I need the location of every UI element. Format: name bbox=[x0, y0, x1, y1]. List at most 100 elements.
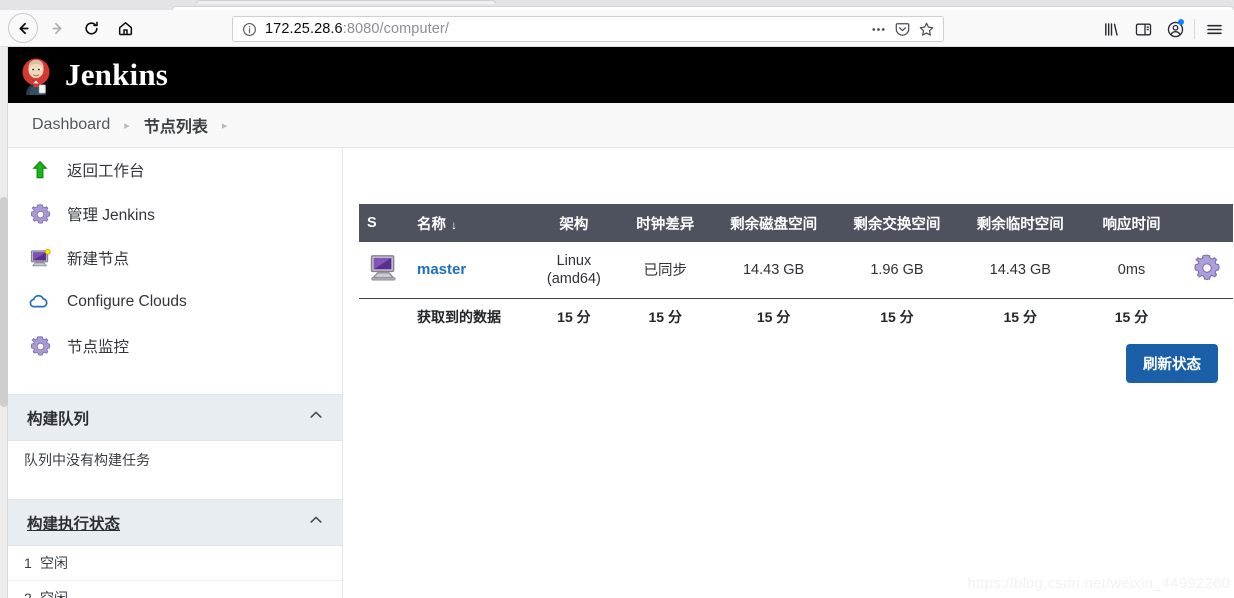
build-queue-header[interactable]: 构建队列 bbox=[8, 394, 342, 441]
cloud-icon bbox=[27, 289, 53, 315]
cell-response-time: 0ms bbox=[1081, 242, 1182, 299]
sidebar-label-new-node: 新建节点 bbox=[67, 251, 130, 268]
hamburger-menu-icon[interactable] bbox=[1198, 16, 1230, 42]
table-total-row: 获取到的数据 15 分 15 分 15 分 15 分 15 分 15 分 bbox=[359, 298, 1233, 336]
jenkins-header: Jenkins bbox=[0, 47, 1234, 103]
cell-total-disk: 15 分 bbox=[756, 309, 791, 326]
col-header-configure bbox=[1181, 204, 1233, 242]
sidebar-item-configure-clouds[interactable]: Configure Clouds bbox=[8, 280, 342, 324]
jenkins-home-link[interactable]: Jenkins bbox=[16, 55, 168, 95]
browser-toolbar-right bbox=[1095, 16, 1230, 42]
gear-icon[interactable] bbox=[1192, 254, 1222, 287]
sidebar-toggle-icon[interactable] bbox=[1127, 16, 1159, 42]
cell-node-name: master bbox=[409, 242, 530, 299]
sidebar-label-back-to-dashboard: 返回工作台 bbox=[67, 163, 145, 180]
cell-total-response: 15 分 bbox=[1114, 309, 1149, 326]
refresh-status-button[interactable]: 刷新状态 bbox=[1126, 344, 1218, 383]
cell-configure[interactable] bbox=[1181, 242, 1233, 299]
gear-icon bbox=[27, 201, 53, 227]
browser-toolbar: 172.25.28.6:8080/computer/ bbox=[0, 10, 1234, 47]
chevron-up-icon[interactable] bbox=[308, 512, 324, 533]
sidebar-label-manage-jenkins: 管理 Jenkins bbox=[67, 207, 155, 224]
back-arrow-icon[interactable] bbox=[8, 13, 38, 43]
sidebar: 返回工作台 管理 Jenkins 新建节点 Configure Clouds 节… bbox=[8, 148, 343, 598]
chevron-up-icon[interactable] bbox=[308, 407, 324, 428]
firefox-account-icon[interactable] bbox=[1159, 16, 1191, 42]
table-header-row: S 名称 ↓ 架构 时钟差异 剩余磁盘空间 剩余交换空间 剩余临时空间 响应时间 bbox=[359, 204, 1233, 242]
sidebar-label-node-monitoring: 节点监控 bbox=[67, 339, 130, 356]
cell-total-swap: 15 分 bbox=[880, 309, 914, 326]
cell-status bbox=[359, 242, 409, 299]
cell-free-temp-space: 14.43 GB bbox=[958, 242, 1082, 299]
build-executor-title: 构建执行状态 bbox=[27, 515, 121, 533]
pocket-icon[interactable] bbox=[891, 18, 913, 40]
page-actions-icon[interactable] bbox=[867, 18, 889, 40]
address-bar[interactable]: 172.25.28.6:8080/computer/ bbox=[232, 16, 944, 42]
node-link-master[interactable]: master bbox=[417, 261, 466, 278]
breadcrumb-separator: ▸ bbox=[124, 119, 130, 132]
breadcrumb-item-nodes[interactable]: 节点列表 bbox=[144, 113, 208, 137]
executor-number: 2 bbox=[24, 590, 32, 598]
nodes-table: S 名称 ↓ 架构 时钟差异 剩余磁盘空间 剩余交换空间 剩余临时空间 响应时间 bbox=[359, 204, 1233, 336]
col-header-free-disk-space[interactable]: 剩余磁盘空间 bbox=[711, 204, 836, 242]
cell-clock-difference: 已同步 bbox=[618, 242, 712, 299]
cell-architecture: Linux (amd64) bbox=[529, 242, 619, 299]
col-header-architecture[interactable]: 架构 bbox=[529, 204, 619, 242]
toolbar-divider bbox=[1194, 19, 1195, 39]
watermark-text: https://blog.csdn.net/weixin_44992260 bbox=[967, 575, 1230, 592]
build-queue-title: 构建队列 bbox=[27, 410, 90, 428]
browser-tab[interactable] bbox=[196, 0, 496, 4]
col-header-free-temp-space[interactable]: 剩余临时空间 bbox=[958, 204, 1082, 242]
executor-status: 空闲 bbox=[40, 555, 68, 571]
reload-icon[interactable] bbox=[76, 13, 106, 43]
new-computer-icon bbox=[27, 245, 53, 271]
cell-total-architecture: 15 分 bbox=[557, 309, 591, 326]
sidebar-item-node-monitoring[interactable]: 节点监控 bbox=[8, 324, 342, 368]
sort-descending-icon: ↓ bbox=[451, 217, 457, 232]
jenkins-title: Jenkins bbox=[65, 57, 169, 92]
url-text: 172.25.28.6:8080/computer/ bbox=[265, 21, 449, 37]
browser-window: 172.25.28.6:8080/computer/ Jenkins 查找 Da… bbox=[0, 0, 1234, 598]
architecture-bits: (amd64) bbox=[546, 270, 601, 287]
cell-total-clock: 15 分 bbox=[648, 309, 682, 326]
scrollbar-thumb[interactable] bbox=[0, 197, 8, 407]
executor-row[interactable]: 2 空闲 bbox=[8, 581, 342, 598]
architecture-os: Linux bbox=[556, 252, 592, 269]
page-scrollbar[interactable] bbox=[0, 47, 8, 598]
breadcrumb: Dashboard ▸ 节点列表 ▸ bbox=[8, 103, 1234, 148]
sidebar-item-manage-jenkins[interactable]: 管理 Jenkins bbox=[8, 192, 342, 236]
col-header-clock-difference[interactable]: 时钟差异 bbox=[618, 204, 712, 242]
breadcrumb-separator-2: ▸ bbox=[221, 119, 228, 132]
page-viewport: Jenkins 2 2 bbox=[0, 47, 1234, 598]
sidebar-label-configure-clouds: Configure Clouds bbox=[67, 293, 187, 310]
col-header-response-time[interactable]: 响应时间 bbox=[1081, 204, 1182, 242]
build-executor-header[interactable]: 构建执行状态 bbox=[8, 499, 342, 546]
cell-free-swap-space: 1.96 GB bbox=[835, 242, 959, 299]
col-header-free-swap-space[interactable]: 剩余交换空间 bbox=[835, 204, 959, 242]
forward-arrow-icon bbox=[42, 13, 72, 43]
cell-total-temp: 15 分 bbox=[1003, 309, 1037, 326]
executor-row[interactable]: 1 空闲 bbox=[8, 546, 342, 581]
library-icon[interactable] bbox=[1095, 16, 1127, 42]
sidebar-item-new-node[interactable]: 新建节点 bbox=[8, 236, 342, 280]
browser-tab-strip bbox=[0, 0, 1234, 10]
col-header-name-label: 名称 bbox=[417, 216, 446, 233]
page-info-icon[interactable] bbox=[242, 22, 257, 37]
main-content: S 名称 ↓ 架构 时钟差异 剩余磁盘空间 剩余交换空间 剩余临时空间 响应时间 bbox=[343, 148, 1234, 598]
cell-total-blank bbox=[359, 298, 409, 336]
home-icon[interactable] bbox=[110, 13, 140, 43]
up-arrow-icon bbox=[27, 157, 53, 183]
cell-total-blank-2 bbox=[1181, 298, 1233, 336]
bookmark-star-icon[interactable] bbox=[915, 18, 937, 40]
breadcrumb-item-dashboard[interactable]: Dashboard bbox=[32, 116, 110, 134]
executor-number: 1 bbox=[24, 555, 32, 571]
cell-free-disk-space: 14.43 GB bbox=[711, 242, 836, 299]
build-queue-empty-row: 队列中没有构建任务 bbox=[8, 441, 342, 479]
refresh-button-row: 刷新状态 bbox=[343, 344, 1234, 383]
col-header-status[interactable]: S bbox=[359, 204, 409, 242]
jenkins-butler-logo bbox=[16, 55, 56, 95]
col-header-name[interactable]: 名称 ↓ bbox=[409, 204, 530, 242]
account-notification-dot bbox=[1178, 19, 1184, 25]
sidebar-item-back-to-dashboard[interactable]: 返回工作台 bbox=[8, 148, 342, 192]
gear-icon bbox=[27, 333, 53, 359]
